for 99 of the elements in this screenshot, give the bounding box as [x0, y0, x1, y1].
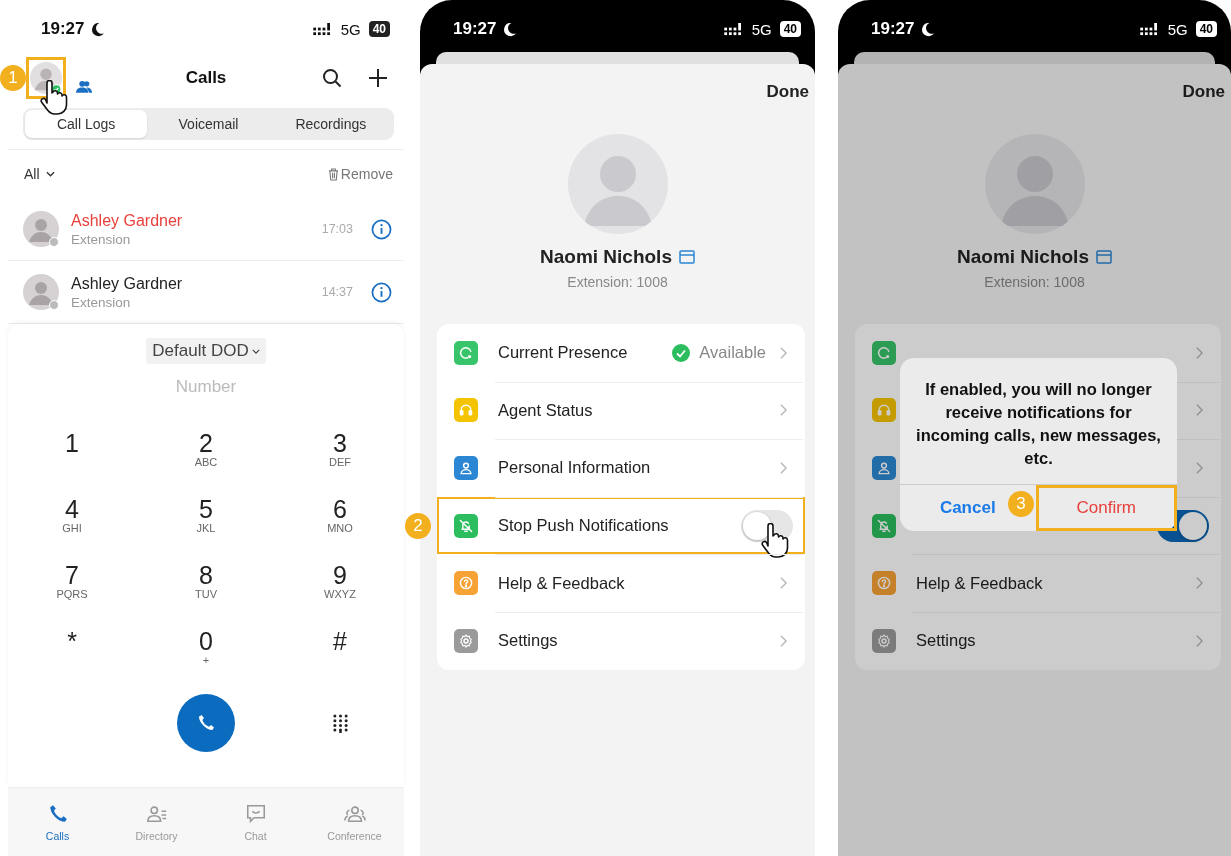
chevron-right-icon — [1196, 404, 1203, 417]
presence-icon — [454, 340, 478, 365]
screen-title: Calls — [184, 68, 228, 88]
info-icon[interactable] — [371, 218, 392, 240]
dial-key[interactable]: 4 GHI — [5, 492, 139, 558]
moon-icon — [502, 21, 518, 37]
caller-name: Ashley Gardner — [71, 211, 184, 230]
dialog-message: If enabled, you will no longer receive notifications for incoming calls, new messages, etc. — [915, 379, 1162, 469]
done-button[interactable]: Done — [766, 82, 809, 102]
help-icon — [872, 571, 896, 596]
caret-icon — [251, 348, 260, 354]
menu-label: Help & Feedback — [498, 573, 625, 592]
gear-icon — [454, 628, 478, 653]
moon-icon — [90, 21, 106, 37]
network-label: 5G — [340, 20, 361, 38]
tab[interactable]: Call Logs — [25, 110, 148, 138]
call-time: 14:37 — [321, 285, 353, 299]
menu-label: Stop Push Notifications — [498, 516, 669, 535]
card-icon[interactable] — [1096, 250, 1112, 264]
battery-indicator: 40 — [368, 21, 390, 37]
dial-key[interactable]: 0 + — [139, 624, 273, 690]
dial-key[interactable]: 3 DEF — [273, 426, 407, 492]
dial-key[interactable]: 6 MNO — [273, 492, 407, 558]
step-badge: 3 — [1008, 491, 1034, 517]
dialpad-icon[interactable] — [332, 713, 348, 733]
dial-key[interactable]: 7 PQRS — [5, 558, 139, 624]
menu-label: Personal Information — [498, 458, 651, 477]
network-label: 5G — [1167, 20, 1188, 38]
call-button[interactable] — [177, 694, 235, 752]
chevron-right-icon — [780, 346, 787, 359]
profile-name: Naomi Nichols — [957, 246, 1089, 268]
menu-label: Current Presence — [498, 343, 628, 362]
chevron-right-icon — [1196, 346, 1203, 359]
menu-label: Agent Status — [498, 400, 593, 419]
caller-id-dropdown[interactable]: Default DOD — [146, 338, 266, 364]
battery-indicator: 40 — [1195, 21, 1217, 37]
menu-label: Settings — [498, 631, 558, 650]
step-badge: 2 — [405, 512, 431, 539]
dial-key[interactable]: # — [273, 624, 407, 690]
dial-key[interactable]: 5 JKL — [139, 492, 273, 558]
call-log-row[interactable]: Ashley Gardner Extension 17:03 — [8, 198, 404, 261]
menu-label: Settings — [916, 631, 976, 650]
dial-key[interactable]: 8 TUV — [139, 558, 273, 624]
network-label: 5G — [751, 20, 772, 38]
status-time: 19:27 — [453, 19, 497, 39]
call-time: 17:03 — [321, 222, 353, 236]
help-icon — [454, 571, 478, 596]
profile-name: Naomi Nichols — [540, 246, 672, 268]
info-icon[interactable] — [371, 281, 392, 303]
chevron-right-icon — [780, 577, 787, 590]
call-type: Extension — [71, 294, 132, 310]
extension-label: Extension: 1008 — [984, 274, 1085, 290]
presence-value: Available — [699, 343, 766, 363]
person-icon — [454, 456, 478, 480]
chevron-right-icon — [780, 404, 787, 417]
chevron-right-icon — [1196, 577, 1203, 590]
bell-off-icon — [454, 513, 478, 538]
presence-icon — [872, 340, 896, 365]
dial-key[interactable]: 1 — [5, 426, 139, 492]
filter-dropdown[interactable]: All — [24, 166, 55, 182]
check-circle-icon — [672, 343, 691, 362]
remove-button[interactable]: Remove — [327, 166, 393, 182]
headset-icon — [454, 398, 478, 423]
menu-label: Help & Feedback — [916, 573, 1043, 592]
contact-avatar-placeholder — [23, 211, 59, 247]
chat-icon — [244, 802, 267, 825]
battery-indicator: 40 — [779, 21, 801, 37]
plus-icon[interactable] — [368, 68, 388, 88]
extension-label: Extension: 1008 — [567, 274, 668, 290]
gear-icon — [872, 628, 896, 653]
headset-icon — [872, 398, 896, 423]
number-field[interactable]: Number — [104, 376, 308, 398]
status-time: 19:27 — [41, 19, 85, 39]
caller-name: Ashley Gardner — [71, 274, 184, 293]
trash-icon — [327, 167, 339, 181]
done-button[interactable]: Done — [1182, 82, 1225, 102]
tab[interactable]: Voicemail — [147, 110, 270, 138]
status-time: 19:27 — [871, 19, 915, 39]
caret-icon — [45, 171, 55, 177]
bell-off-icon — [872, 513, 896, 538]
phone-icon — [196, 713, 216, 733]
dial-key[interactable]: 2 ABC — [139, 426, 273, 492]
contact-avatar-placeholder — [23, 274, 59, 310]
nav-tab[interactable]: Calls — [8, 788, 107, 856]
call-type: Extension — [71, 231, 132, 247]
tab[interactable]: Recordings — [269, 110, 392, 138]
chevron-right-icon — [780, 634, 787, 647]
search-icon[interactable] — [322, 68, 342, 88]
chevron-right-icon — [1196, 634, 1203, 647]
hand-cursor-icon — [38, 80, 68, 116]
moon-icon — [920, 21, 936, 37]
chevron-right-icon — [1196, 462, 1203, 474]
contacts-icon[interactable] — [76, 79, 92, 93]
card-icon[interactable] — [679, 250, 695, 264]
step-badge: 1 — [0, 65, 26, 91]
dial-key[interactable]: 9 WXYZ — [273, 558, 407, 624]
person-icon — [872, 456, 896, 480]
chevron-right-icon — [780, 462, 787, 474]
dial-key[interactable]: * — [5, 624, 139, 690]
